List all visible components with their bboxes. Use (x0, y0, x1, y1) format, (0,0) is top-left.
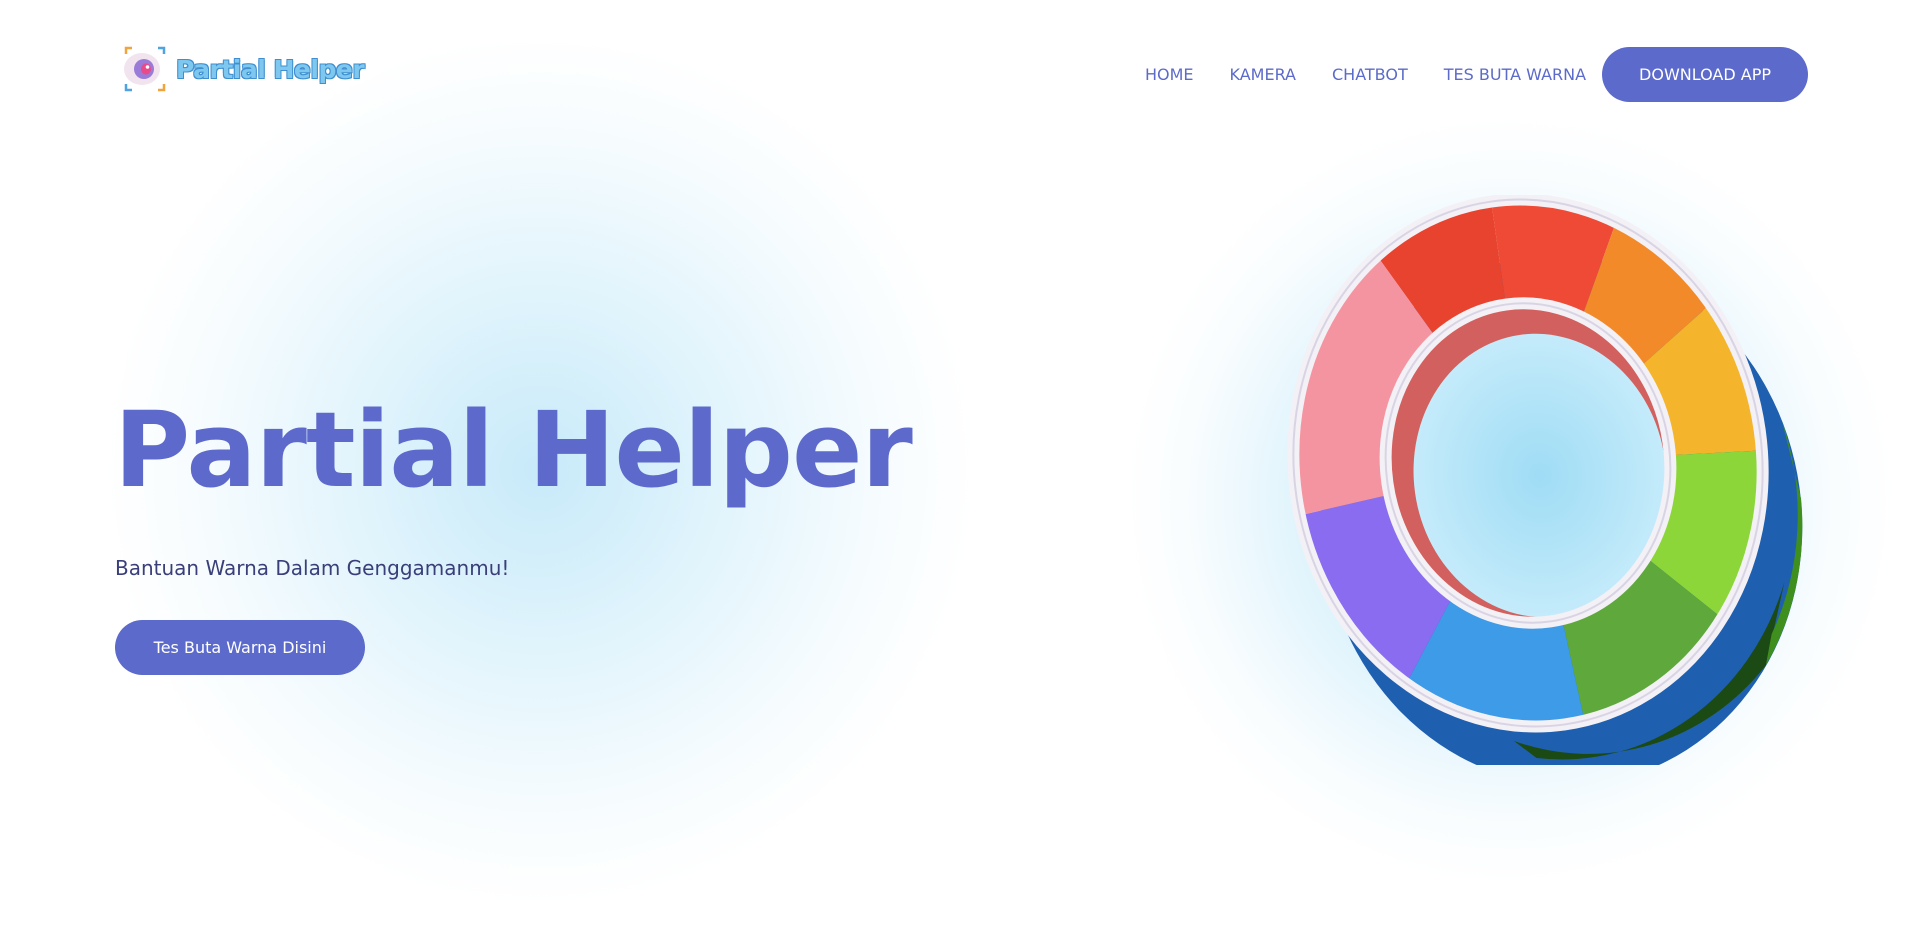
logo-text: Partial Helper (176, 54, 365, 84)
color-blind-test-button[interactable]: Tes Buta Warna Disini (115, 620, 365, 675)
nav-chatbot[interactable]: CHATBOT (1332, 65, 1408, 84)
nav-tes-buta-warna[interactable]: TES BUTA WARNA (1444, 65, 1586, 84)
nav-home[interactable]: HOME (1145, 65, 1194, 84)
nav-kamera[interactable]: KAMERA (1230, 65, 1296, 84)
brand-logo[interactable]: Partial Helper (120, 44, 365, 94)
hero-subtitle: Bantuan Warna Dalam Genggamanmu! (115, 556, 510, 580)
eye-logo-icon (124, 46, 166, 92)
landing-page: Partial Helper HOME KAMERA CHATBOT TES B… (0, 0, 1920, 928)
hero-title: Partial Helper (114, 389, 913, 511)
color-wheel-ring-illustration (1287, 195, 1803, 765)
download-app-button[interactable]: DOWNLOAD APP (1602, 47, 1808, 102)
main-nav: HOME KAMERA CHATBOT TES BUTA WARNA DOWNL… (1145, 47, 1808, 102)
